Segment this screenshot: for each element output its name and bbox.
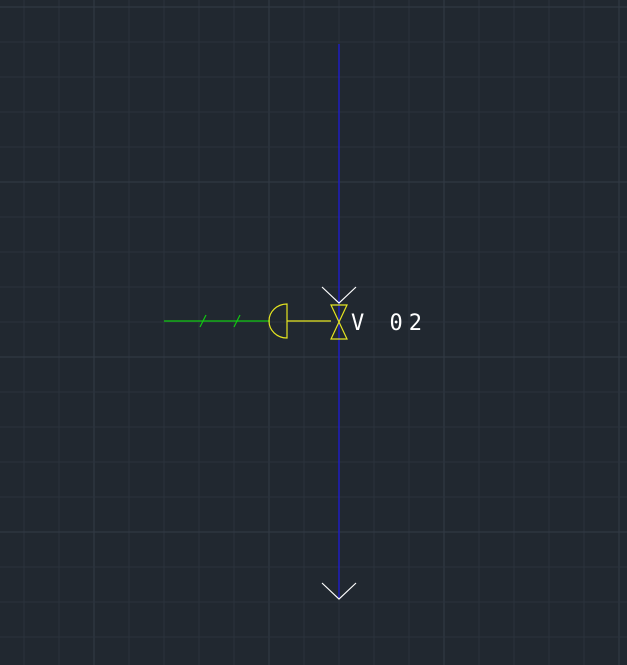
pid-drawing[interactable]: V 02: [0, 0, 627, 665]
pneumatic-signal-line[interactable]: [164, 314, 270, 328]
drawing-grid: [0, 0, 627, 665]
cad-canvas[interactable]: V 02: [0, 0, 627, 665]
instrument-tag-label: V 02: [351, 311, 428, 336]
diaphragm-actuator-icon[interactable]: [268, 303, 331, 339]
